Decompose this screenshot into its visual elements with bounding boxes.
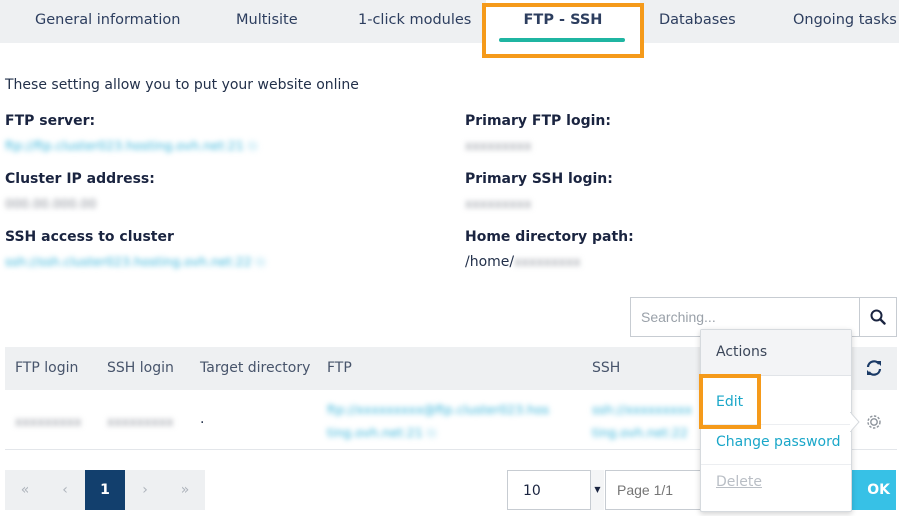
prev-page-button[interactable]: ‹ (45, 470, 85, 510)
actions-menu: Actions Edit Change password Delete (700, 329, 852, 512)
row-ftp-login: xxxxxxxxx (15, 414, 82, 429)
refresh-icon[interactable] (865, 359, 883, 377)
tab-ongoing-tasks[interactable]: Ongoing tasks (793, 0, 897, 43)
row-ssh-login: xxxxxxxxx (107, 414, 174, 429)
external-link-icon: ⧉ (426, 426, 437, 441)
first-page-button[interactable]: « (5, 470, 45, 510)
ok-button[interactable]: OK (848, 470, 896, 510)
primary-ftp-login-label: Primary FTP login: (465, 113, 611, 129)
active-tab-indicator (499, 38, 625, 42)
primary-ftp-login-value: xxxxxxxxx (465, 138, 532, 153)
next-page-button[interactable]: › (125, 470, 165, 510)
tab-general-information[interactable]: General information (35, 0, 180, 43)
tab-databases[interactable]: Databases (659, 0, 736, 43)
ftp-server-label: FTP server: (5, 113, 96, 129)
search-icon (870, 309, 886, 325)
ssh-access-label: SSH access to cluster (5, 229, 174, 245)
chevron-down-icon[interactable]: ▼ (590, 470, 604, 510)
column-ssh-login[interactable]: SSH login (107, 360, 174, 376)
cluster-ip-label: Cluster IP address: (5, 171, 155, 187)
edit-menu-item[interactable]: Edit (716, 394, 743, 410)
column-ssh[interactable]: SSH (592, 360, 620, 376)
row-ssh-link-line2[interactable]: ting.ovh.net:22 (592, 425, 688, 440)
gear-icon[interactable] (864, 412, 884, 432)
last-page-button[interactable]: » (165, 470, 205, 510)
page-number-input[interactable] (605, 470, 705, 510)
pagination: « ‹ 1 › » (5, 470, 205, 510)
menu-divider (701, 464, 851, 465)
delete-menu-item[interactable]: Delete (716, 474, 762, 490)
cluster-ip-value: 000.00.000.00 (5, 196, 97, 211)
column-target-directory[interactable]: Target directory (200, 360, 310, 376)
tab-bar: General information Multisite 1-click mo… (0, 0, 899, 43)
column-ftp-login[interactable]: FTP login (15, 360, 78, 376)
primary-ssh-login-label: Primary SSH login: (465, 171, 613, 187)
tab-ftp-ssh[interactable]: FTP - SSH (486, 0, 640, 43)
change-password-menu-item[interactable]: Change password (716, 434, 841, 450)
intro-text: These setting allow you to put your webs… (5, 77, 359, 93)
actions-menu-header: Actions (701, 330, 851, 376)
external-link-icon: ⧉ (247, 139, 258, 154)
row-ftp-link-line2[interactable]: ting.ovh.net:21 ⧉ (327, 425, 436, 441)
current-page-button[interactable]: 1 (85, 470, 125, 510)
search-button[interactable] (859, 297, 897, 337)
home-directory-label: Home directory path: (465, 229, 634, 245)
column-ftp[interactable]: FTP (327, 360, 352, 376)
row-ssh-link-line1[interactable]: ssh://xxxxxxxxx (592, 402, 692, 417)
ssh-access-value[interactable]: ssh://ssh.cluster023.hosting.ovh.net:22 ⧉ (5, 254, 265, 270)
tab-1-click-modules[interactable]: 1-click modules (358, 0, 471, 43)
menu-caret (850, 412, 860, 432)
external-link-icon: ⧉ (255, 255, 266, 270)
row-target-directory: . (200, 411, 205, 427)
tab-multisite[interactable]: Multisite (236, 0, 298, 43)
menu-divider (701, 424, 851, 425)
home-directory-value: /home/xxxxxxxxx (465, 254, 581, 270)
row-ftp-link-line1[interactable]: ftp://xxxxxxxxx@ftp.cluster023.hos (327, 402, 549, 417)
ftp-server-value[interactable]: ftp://ftp.cluster023.hosting.ovh.net:21 ⧉ (5, 138, 257, 154)
primary-ssh-login-value: xxxxxxxxx (465, 196, 532, 211)
